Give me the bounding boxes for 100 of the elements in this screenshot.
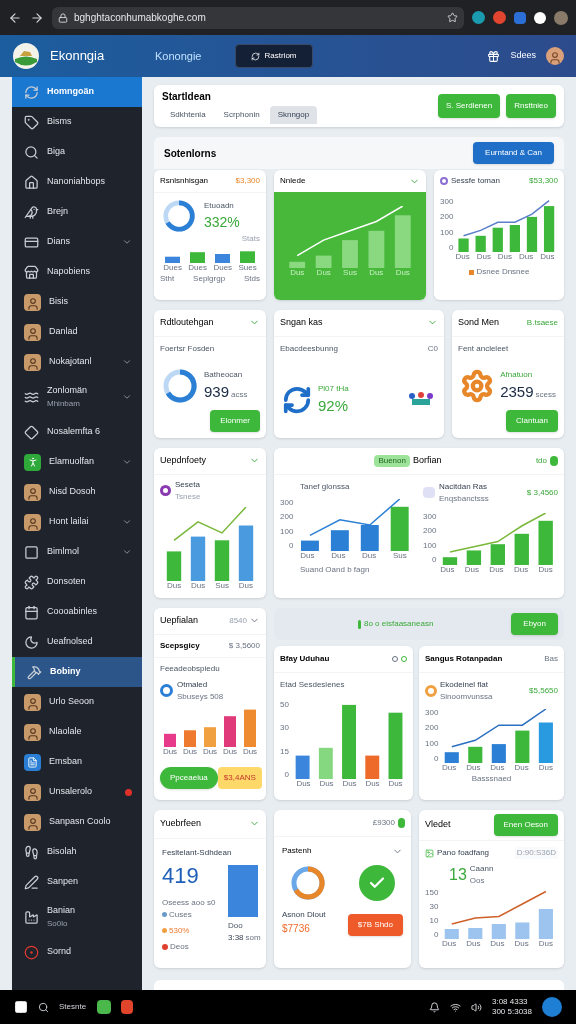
axis-label: Dus <box>365 779 380 789</box>
profile-avatar[interactable] <box>554 10 568 25</box>
sidebar-item[interactable]: Banian So0lo <box>12 897 142 937</box>
sidebar-item[interactable]: Emsban <box>12 747 142 777</box>
bar-caption: Doo <box>228 919 244 932</box>
avatar-icon <box>24 323 41 341</box>
sidebar-item[interactable]: Nisd Dosoh <box>12 477 142 507</box>
sidebar-item[interactable]: Bisis <box>12 287 142 317</box>
status-ring-icon <box>160 485 171 496</box>
sidebar-item[interactable]: Sornd <box>12 937 142 967</box>
axis-label: 200 <box>425 724 439 733</box>
footprints-icon <box>24 844 39 860</box>
axis-label: Dus <box>342 779 357 789</box>
sidebar-item[interactable]: Bimlmol <box>12 537 142 567</box>
extension-icon[interactable] <box>534 11 546 24</box>
axis-label: Dus <box>441 939 457 949</box>
address-bar[interactable]: bghghtaconhumabkoghe.com <box>52 6 464 29</box>
sidebar-item[interactable]: Urlo Seoon <box>12 687 142 717</box>
sidebar-item[interactable]: Napobiens <box>12 257 142 287</box>
sidebar-item[interactable]: Nlaolale <box>12 717 142 747</box>
info-text: 8o o eisfaasaneasn <box>363 618 434 630</box>
forward-icon[interactable] <box>30 10 44 25</box>
square-icon <box>24 544 39 560</box>
axis-label: Sus <box>215 580 229 591</box>
gear-icon <box>460 368 495 405</box>
diamond-icon <box>24 424 39 440</box>
donut-chart-drawing <box>162 199 196 233</box>
unit-label: scess <box>535 389 556 401</box>
app-icon[interactable] <box>121 1000 133 1014</box>
sidebar-item[interactable]: Nosalemfta 6 <box>12 417 142 447</box>
back-icon[interactable] <box>8 10 22 25</box>
corner-label: tdo <box>535 454 547 467</box>
axis-label: 0 <box>431 556 437 565</box>
button[interactable]: $3,4ANS <box>217 766 262 789</box>
sidebar-item[interactable]: Bobiny <box>12 657 142 687</box>
notification-icon[interactable] <box>428 1001 440 1013</box>
sidebar-item[interactable]: Zonlomän Mhinbam <box>12 377 142 417</box>
star-icon[interactable] <box>447 12 458 23</box>
corner-label: Stats <box>241 233 260 245</box>
card-value: $3,300 <box>235 175 260 187</box>
axis-label: 0 <box>448 244 454 252</box>
sidebar-item[interactable]: Bisms <box>12 107 142 137</box>
sidebar-item[interactable]: Nanoniahbops <box>12 167 142 197</box>
axis-label: Dus <box>395 268 410 278</box>
corner-label: C0 <box>427 342 438 355</box>
card-title: Nnlede <box>280 175 306 187</box>
tab[interactable]: Sknngop <box>269 105 318 124</box>
logo-icon <box>12 42 40 70</box>
volume-icon[interactable] <box>470 1001 482 1013</box>
axis-label: Dus <box>490 939 505 949</box>
status-ring-icon <box>440 177 448 185</box>
sidebar-item[interactable]: Elamuolfan <box>12 447 142 477</box>
axis-label: Dus <box>331 550 346 561</box>
assistant-icon[interactable] <box>542 997 562 1017</box>
check-icon <box>358 865 395 901</box>
sidebar-item[interactable]: Sanpen <box>12 867 142 897</box>
sidebar-item[interactable]: Bisolah <box>12 837 142 867</box>
wifi-icon[interactable] <box>449 1001 461 1013</box>
axis-label: 300 <box>423 512 437 521</box>
app-icon[interactable] <box>97 1000 111 1014</box>
sidebar-item[interactable]: Homngoän <box>12 77 142 107</box>
card-title: Uepdnfoety <box>160 454 207 467</box>
gift-icon[interactable] <box>487 49 501 63</box>
refresh-icon <box>24 84 39 100</box>
tab[interactable]: Sdkhtenia <box>162 105 214 124</box>
start-icon[interactable] <box>14 1000 28 1014</box>
axis-label: Dus <box>238 580 254 591</box>
sidebar-item[interactable]: Brejn <box>12 197 142 227</box>
card-title: Sngan kas <box>280 316 323 329</box>
sidebar-item[interactable]: Danlad <box>12 317 142 347</box>
bird-icon <box>24 204 39 220</box>
tab[interactable]: Scrphonin <box>215 105 268 124</box>
card-title: Sond Men <box>458 316 500 329</box>
tag-label: £9300 <box>372 817 395 829</box>
status-ring-icon <box>160 684 173 697</box>
sidebar-item[interactable]: Donsoten <box>12 567 142 597</box>
moon-icon <box>24 634 39 650</box>
button[interactable]: Eurntand & Can <box>473 142 554 164</box>
user-avatar[interactable] <box>546 47 564 65</box>
sidebar-item[interactable]: Ueafnolsed <box>12 627 142 657</box>
big-number: 419 <box>162 864 200 887</box>
search-icon[interactable] <box>38 1001 49 1013</box>
sidebar-item[interactable]: Biga <box>12 137 142 167</box>
axis-label: 100 <box>280 527 294 536</box>
sidebar-item[interactable]: Hont lailai <box>12 507 142 537</box>
clock-text: 3:08 4333 <box>491 997 529 1007</box>
card-subtitle: Ebacdeesbunng <box>280 342 338 355</box>
card-caption: Feeadeobspiedu <box>159 662 221 675</box>
card-icon <box>24 234 39 250</box>
nav-link[interactable]: Konongie <box>155 47 225 65</box>
axis-label: Dus <box>440 564 455 575</box>
sidebar-item[interactable]: Unsalerolo <box>12 777 142 807</box>
nav-button[interactable]: Rastriom <box>235 44 313 68</box>
sidebar-item[interactable]: Nokajotanl <box>12 347 142 377</box>
axis-label: 100 <box>440 228 454 237</box>
sidebar-item[interactable]: Coooabinles <box>12 597 142 627</box>
card-subtitle: Scepsgicy <box>160 639 200 652</box>
sidebar-item[interactable]: Dians <box>12 227 142 257</box>
tag-label: Bas <box>544 653 558 665</box>
sidebar-item[interactable]: Sanpasn Coolo <box>12 807 142 837</box>
